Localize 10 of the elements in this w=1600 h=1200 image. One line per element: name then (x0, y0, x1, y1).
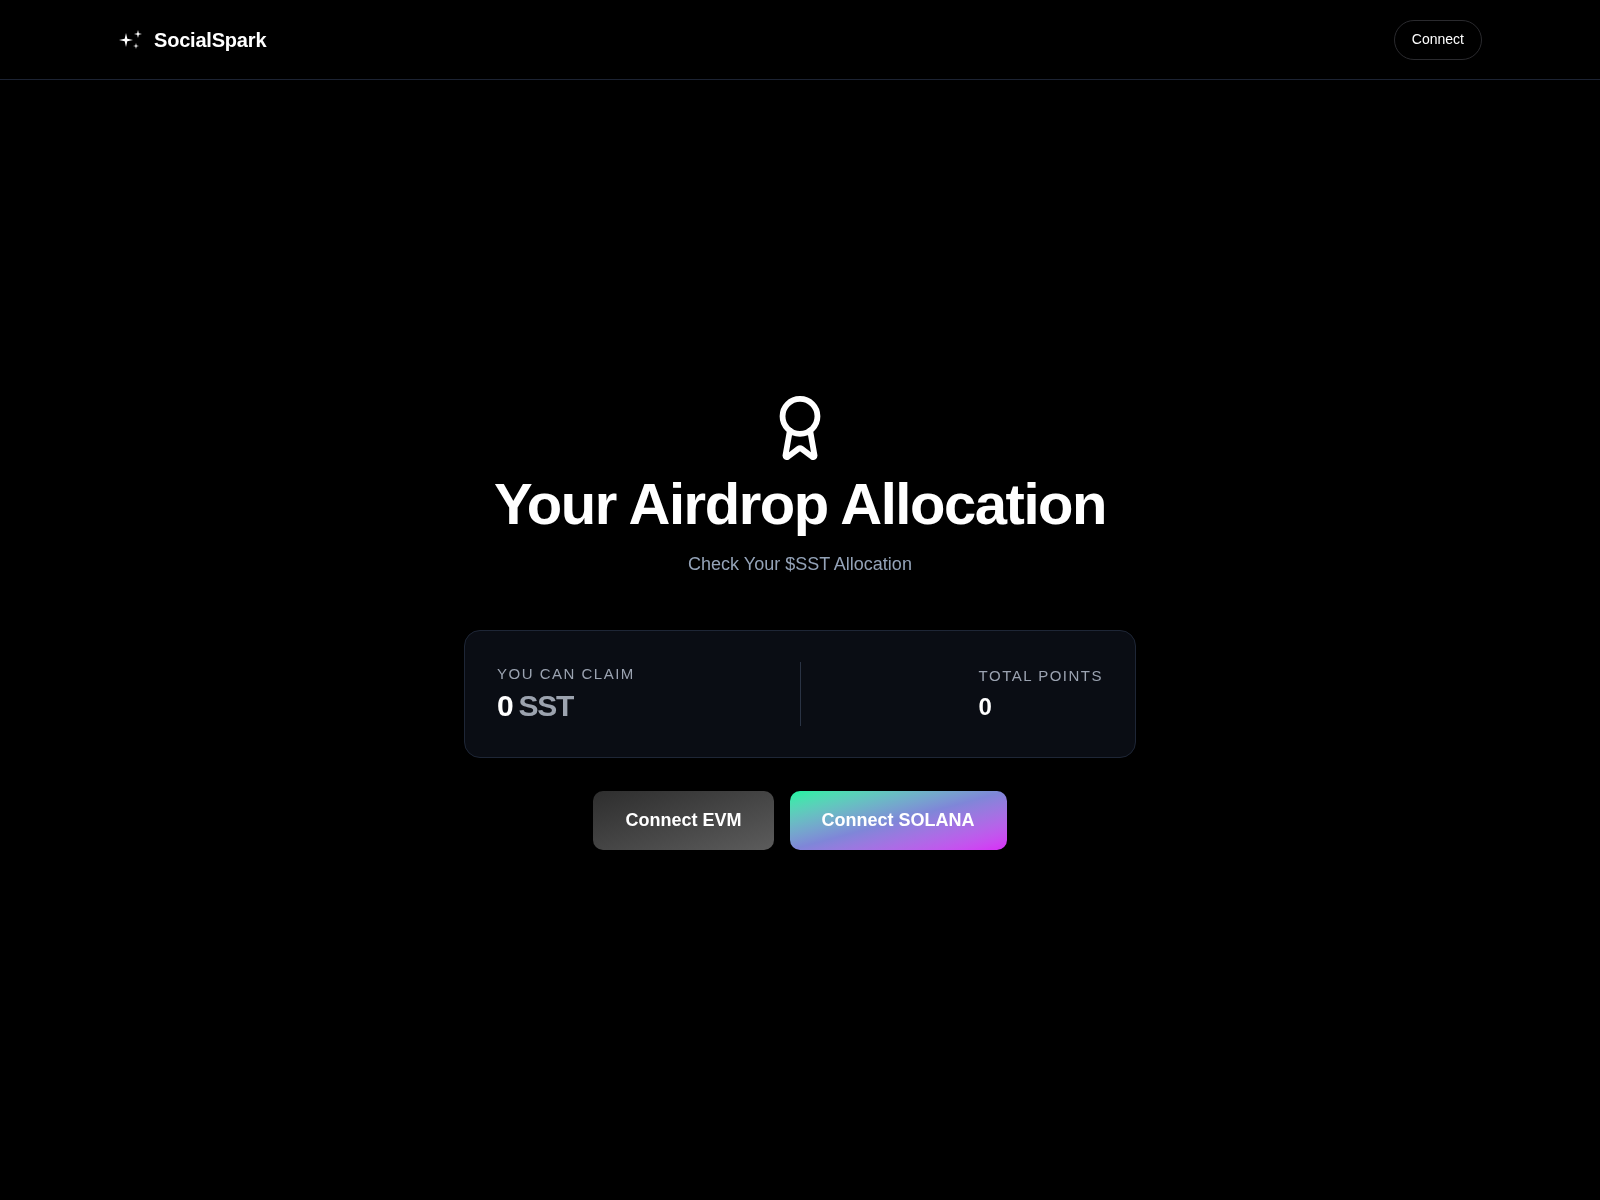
connect-wallet-button[interactable]: Connect EVM (593, 790, 774, 850)
brand-name: SocialSpark (154, 27, 267, 53)
page-title: Your Airdrop Allocation (493, 472, 1107, 536)
points-label: TOTAL POINTS (978, 665, 1103, 686)
points-value: 0 (978, 691, 992, 722)
claim-label: YOU CAN CLAIM (497, 663, 635, 684)
claim-amount: 0 (497, 687, 513, 724)
page-subtitle: Check Your $SST Allocation (688, 552, 912, 576)
connect-button[interactable]: Connect (1393, 19, 1482, 60)
claim-unit: SST (518, 687, 574, 724)
